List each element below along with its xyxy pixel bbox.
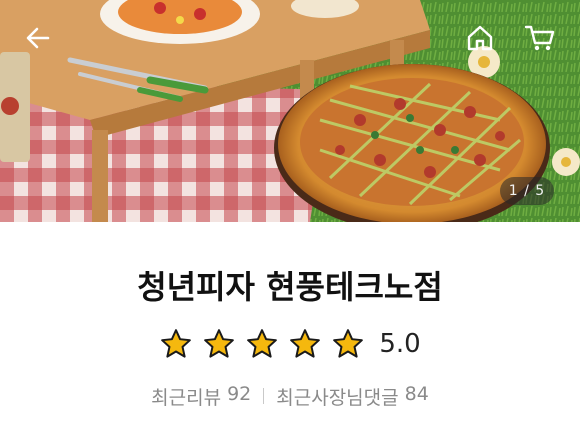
star-icon xyxy=(333,329,364,358)
review-summary: 최근리뷰 92 최근사장님댓글 84 xyxy=(0,382,580,410)
image-page-counter: 1 / 5 xyxy=(500,177,554,205)
recent-reviews-link[interactable]: 최근리뷰 92 xyxy=(151,383,251,410)
rating-value: 5.0 xyxy=(379,329,421,359)
star-icon xyxy=(204,329,235,358)
owner-replies-link[interactable]: 최근사장님댓글 84 xyxy=(276,383,429,410)
star-icon xyxy=(161,329,192,358)
recent-reviews-label: 최근리뷰 xyxy=(151,386,222,409)
cart-button[interactable] xyxy=(520,18,560,58)
recent-reviews-count: 92 xyxy=(227,382,252,405)
back-button[interactable] xyxy=(18,18,58,58)
home-button[interactable] xyxy=(460,18,500,58)
hero-banner[interactable]: 1 / 5 xyxy=(0,0,580,222)
star-icon xyxy=(247,329,278,358)
owner-replies-label: 최근사장님댓글 xyxy=(276,386,399,409)
store-info-section: 청년피자 현풍테크노점 5.0 최근리뷰 92 최근사장님댓글 84 xyxy=(0,222,580,443)
star-rating xyxy=(159,327,365,361)
store-name: 청년피자 현풍테크노점 xyxy=(137,268,443,306)
back-arrow-icon xyxy=(26,27,50,49)
top-navigation-bar xyxy=(0,0,580,76)
cart-icon xyxy=(524,25,555,51)
owner-replies-count: 84 xyxy=(404,382,429,405)
rating-row: 5.0 xyxy=(0,324,580,364)
star-icon xyxy=(290,329,321,358)
divider xyxy=(263,388,265,404)
home-icon xyxy=(467,25,493,51)
